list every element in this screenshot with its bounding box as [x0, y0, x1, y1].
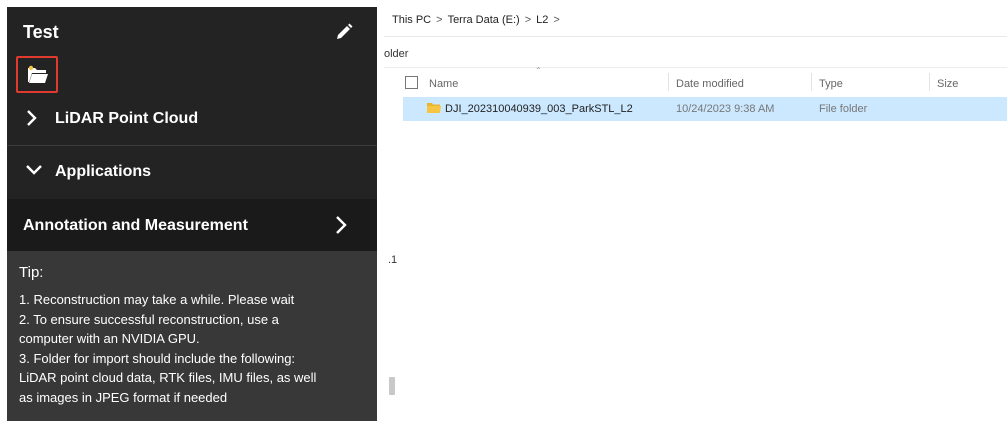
open-folder-button[interactable]	[16, 56, 58, 93]
sidebar-panel: Test LiDAR Point Cloud Applications Anno…	[7, 7, 377, 421]
divider	[384, 67, 1007, 68]
breadcrumb-drive[interactable]: Terra Data (E:)	[448, 14, 520, 26]
breadcrumb-separator: >	[524, 14, 532, 26]
column-header-date-modified[interactable]: Date modified	[676, 78, 744, 90]
tip-text: 1. Reconstruction may take a while. Plea…	[19, 290, 369, 407]
divider	[384, 36, 1007, 37]
tip-line: 1. Reconstruction may take a while. Plea…	[19, 292, 295, 307]
breadcrumb-separator: >	[553, 14, 560, 26]
column-header-type[interactable]: Type	[819, 78, 843, 90]
tip-line: 3. Folder for import should include the …	[19, 350, 296, 366]
breadcrumb-separator: >	[436, 14, 443, 26]
breadcrumb-l2[interactable]: L2	[536, 14, 548, 26]
breadcrumb-this-pc[interactable]: This PC	[392, 14, 431, 26]
tip-title: Tip:	[19, 264, 44, 281]
tip-line: LiDAR point cloud data, RTK files, IMU f…	[19, 370, 317, 385]
chevron-right-icon	[336, 216, 347, 234]
open-folder-icon	[28, 65, 48, 83]
sort-ascending-icon: ⌃	[535, 66, 542, 75]
section-label: Applications	[55, 163, 152, 180]
section-label: LiDAR Point Cloud	[55, 110, 199, 127]
new-folder-button[interactable]: older	[384, 48, 408, 60]
project-title: Test	[23, 22, 59, 42]
annotation-measurement-item[interactable]: Annotation and Measurement	[7, 199, 377, 251]
section-applications[interactable]: Applications	[7, 146, 377, 198]
tip-line: computer with an NVIDIA GPU.	[19, 331, 200, 346]
file-name: DJI_202310040939_003_ParkSTL_L2	[445, 103, 633, 115]
table-row[interactable]: DJI_202310040939_003_ParkSTL_L2 10/24/20…	[403, 97, 1007, 121]
file-explorer: This PC > Terra Data (E:) > L2 > older ⌃ Name…	[384, 0, 1007, 421]
chevron-right-icon	[27, 110, 37, 126]
folder-icon	[427, 103, 441, 113]
breadcrumb: This PC > Terra Data (E:) > L2 >	[392, 14, 565, 26]
chevron-down-icon	[26, 165, 42, 175]
file-date-modified: 10/24/2023 9:38 AM	[676, 103, 775, 115]
file-type: File folder	[819, 103, 868, 115]
status-text: .1	[388, 254, 398, 266]
column-header-size[interactable]: Size	[937, 78, 958, 90]
select-all-checkbox[interactable]	[405, 76, 418, 89]
column-divider[interactable]	[811, 73, 812, 91]
scrollbar-thumb[interactable]	[389, 377, 395, 395]
column-header-name[interactable]: Name	[429, 78, 458, 90]
pencil-icon[interactable]	[333, 21, 355, 43]
tip-line: as images in JPEG format if needed	[19, 389, 228, 405]
column-divider[interactable]	[668, 73, 669, 91]
column-divider[interactable]	[929, 73, 930, 91]
item-label: Annotation and Measurement	[23, 217, 248, 234]
panel-header: Test	[7, 7, 377, 55]
section-lidar-point-cloud[interactable]: LiDAR Point Cloud	[7, 93, 377, 145]
tip-box: Tip: 1. Reconstruction may take a while.…	[7, 251, 377, 421]
tip-line: 2. To ensure successful reconstruction, …	[19, 311, 279, 327]
